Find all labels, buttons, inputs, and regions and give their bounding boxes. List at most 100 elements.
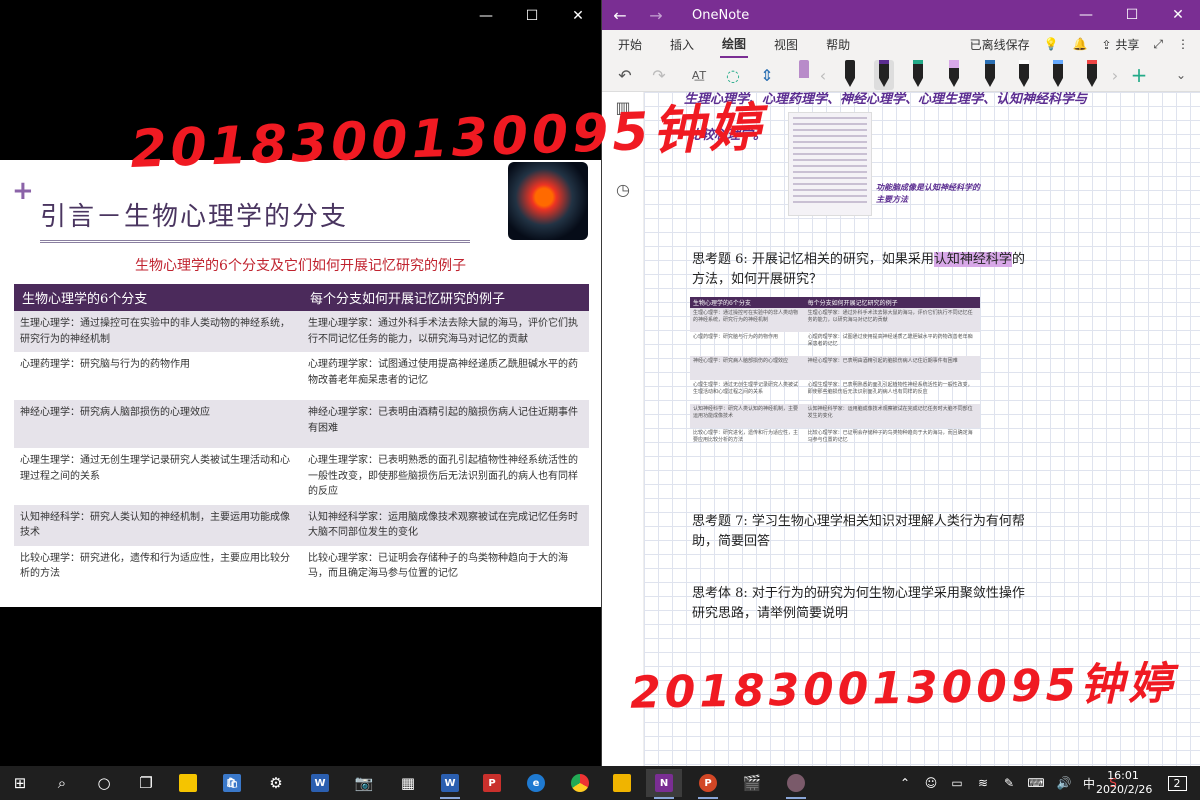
file-explorer-icon[interactable] — [604, 769, 640, 797]
lightbulb-icon[interactable]: 💡 — [1044, 37, 1059, 51]
clock-time: 16:01 — [1107, 769, 1139, 782]
wifi-icon[interactable]: ≋ — [970, 776, 996, 790]
minimize-button[interactable]: — — [1063, 7, 1109, 23]
more-icon[interactable]: ⋮ — [1177, 37, 1189, 51]
cortana-icon[interactable]: ○ — [86, 769, 122, 797]
question-6: 思考题 6: 开展记忆相关的研究，如果采用认知神经科学的 方法，如何开展研究？ — [692, 250, 1025, 290]
ink-note-imaging: 功能脑成像是认知神经科学的主要方法 — [876, 183, 980, 204]
tab-insert[interactable]: 插入 — [668, 32, 696, 57]
bell-icon[interactable]: 🔔 — [1073, 37, 1088, 51]
column-header: 生物心理学的6个分支 — [14, 284, 302, 311]
add-pen-icon[interactable]: + — [1126, 62, 1152, 88]
battery-icon[interactable]: ▭ — [944, 776, 970, 790]
calendar-icon[interactable]: ▦ — [390, 769, 426, 797]
clock[interactable]: 16:01 2020/2/26 — [1096, 769, 1152, 797]
question-7-text: 助，简要回答 — [692, 534, 771, 549]
table-cell: 比较心理学家：已证明会存储种子的鸟类物种趋向于大的海马，而且确定海马参与位置的记… — [308, 552, 568, 580]
ribbon-tabs: 开始 插入 绘图 视图 帮助 已离线保存 💡 🔔 ⇪ 共享 ⤢ ⋮ — [602, 30, 1200, 58]
notification-count: 2 — [1167, 775, 1187, 791]
chevron-up-icon[interactable]: ⌃ — [892, 776, 918, 790]
tab-help[interactable]: 帮助 — [824, 32, 852, 57]
eraser-icon[interactable] — [794, 60, 814, 90]
table-cell: 心理生理学家：已表明熟悉的面孔引起植物性神经系统活性的一般性改变，即使那些脑损伤… — [807, 382, 973, 395]
notification-center-icon[interactable]: 2 — [1160, 766, 1194, 800]
edge-icon[interactable]: e — [518, 769, 554, 797]
video-editor-icon[interactable]: 🎬 — [734, 769, 770, 797]
camera-icon[interactable]: 📷 — [346, 769, 382, 797]
column-header: 每个分支如何开展记忆研究的例子 — [804, 297, 980, 308]
app-tray-icon[interactable]: ☺ — [918, 776, 944, 790]
slide-thumbnail — [788, 112, 872, 216]
minimize-button[interactable]: — — [463, 0, 509, 32]
tab-home[interactable]: 开始 — [616, 32, 644, 57]
scroll-left-icon[interactable]: ‹ — [816, 62, 830, 88]
pen-blue-icon[interactable] — [980, 60, 1000, 90]
close-button[interactable]: ✕ — [555, 0, 601, 32]
share-button[interactable]: ⇪ 共享 — [1101, 36, 1139, 53]
chrome-icon[interactable] — [562, 769, 598, 797]
table-cell: 神经心理学：研究病人脑部损伤的心理效应 — [690, 356, 805, 380]
table-cell: 认知神经科学家：运用脑成像技术观察被试在完成记忆任务时大脑不同部位发生的变化 — [804, 404, 980, 428]
table-row: 神经心理学：研究病人脑部损伤的心理效应 神经心理学家：已表明由酒精引起的脑损伤病… — [14, 400, 589, 448]
pen-galaxy-icon[interactable] — [1048, 60, 1068, 90]
photo-icon[interactable] — [778, 769, 814, 799]
table-row: 心理药理学：研究脑与行为的药物作用 心理药理学家：试图通过使用提高神经递质乙酰胆碱… — [690, 332, 980, 356]
brain-image — [508, 162, 588, 240]
chevron-down-icon[interactable]: ⌄ — [1168, 62, 1194, 88]
task-view-icon[interactable]: ❐ — [128, 769, 164, 797]
sticky-notes-icon[interactable] — [170, 769, 206, 797]
table-cell: 生理心理学家：通过外科手术法去除大鼠的海马，评价它们执行不同记忆任务的能力，以研… — [804, 308, 980, 332]
scroll-right-icon[interactable]: › — [1108, 62, 1122, 88]
table-cell: 比较心理学：研究进化，遗传和行为适应性，主要应用比较分析的方法 — [693, 430, 799, 443]
onenote-icon[interactable]: N — [646, 769, 682, 799]
history-icon[interactable]: ◷ — [610, 176, 636, 202]
taskbar: ⊞ ⌕ ○ ❐ 🛍 ⚙ W 📷 ▦ W P e N P 🎬 ⌃ ☺ ▭ ≋ ✎ … — [0, 766, 1200, 800]
word-running-icon[interactable]: W — [432, 769, 468, 799]
undo-icon[interactable]: ↶ — [612, 62, 638, 88]
column-header: 每个分支如何开展记忆研究的例子 — [302, 284, 589, 311]
system-tray: ⌃ ☺ ▭ ≋ ✎ ⌨ 🔊 中 S — [892, 766, 1126, 800]
start-icon[interactable]: ⊞ — [2, 769, 38, 797]
table-cell: 生理心理学：通过操控可在实验中的非人类动物的神经系统，研究行为的神经机制 — [690, 308, 805, 332]
pen-tray-icon[interactable]: ✎ — [996, 776, 1022, 790]
highlighter-purple-icon[interactable] — [944, 60, 964, 90]
touch-keyboard-icon[interactable]: ⌨ — [1022, 776, 1050, 790]
close-button[interactable]: ✕ — [1155, 7, 1200, 23]
slide: + 引言－生物心理学的分支 生物心理学的6个分支及它们如何开展记忆研究的例子 生… — [0, 160, 601, 607]
pen-white-icon[interactable] — [1014, 60, 1034, 90]
pen-black-icon[interactable] — [840, 60, 860, 90]
powerpoint-icon[interactable]: P — [690, 769, 726, 799]
settings-icon[interactable]: ⚙ — [258, 769, 294, 797]
store-icon[interactable]: 🛍 — [214, 769, 250, 797]
word-icon[interactable]: W — [302, 769, 338, 797]
title-bar: ← → OneNote — ☐ ✕ — [602, 0, 1200, 30]
share-icon: ⇪ — [1101, 37, 1112, 52]
question-8-text: 研究思路，请举例简要说明 — [692, 606, 849, 621]
tab-view[interactable]: 视图 — [772, 32, 800, 57]
question-7: 思考题 7: 学习生物心理学相关知识对理解人类行为有何帮 助，简要回答 — [692, 512, 1025, 552]
back-button[interactable]: ← — [602, 6, 638, 25]
pen-green-icon[interactable] — [908, 60, 928, 90]
branches-table: 生物心理学的6个分支 每个分支如何开展记忆研究的例子 生理心理学：通过操控可在实… — [14, 284, 589, 587]
table-row: 认知神经科学：研究人类认知的神经机制，主要运用功能成像技术 认知神经科学家：运用脑… — [690, 404, 980, 428]
slide-title: 引言－生物心理学的分支 — [40, 202, 349, 232]
table-cell: 心理生理学：通过无创生理学记录研究人类被试生理活动和心理过程之间的关系 — [20, 455, 290, 482]
table-cell: 认知神经科学家：运用脑成像技术观察被试在完成记忆任务时大脑不同部位发生的变化 — [302, 504, 589, 546]
embedded-slide-table: 生物心理学的6个分支 每个分支如何开展记忆研究的例子 生理心理学：通过操控可在实… — [690, 297, 980, 452]
table-row: 心理药理学：研究脑与行为的药物作用 心理药理学家：试图通过使用提高神经递质乙酰胆… — [14, 352, 589, 400]
redo-icon[interactable]: ↷ — [646, 62, 672, 88]
expand-icon[interactable]: ⤢ — [1153, 37, 1163, 52]
search-icon[interactable]: ⌕ — [44, 769, 80, 797]
highlighted-term: 认知神经科学 — [933, 252, 1012, 267]
maximize-button[interactable]: ☐ — [1109, 7, 1155, 23]
forward-button[interactable]: → — [638, 6, 674, 25]
pdf-icon[interactable]: P — [474, 769, 510, 797]
pen-purple-icon[interactable] — [874, 60, 894, 90]
maximize-button[interactable]: ☐ — [509, 0, 555, 32]
tab-draw[interactable]: 绘图 — [720, 31, 749, 58]
ink-to-text-icon[interactable]: A͟T — [686, 62, 712, 88]
lasso-select-icon[interactable]: ◌ — [720, 62, 746, 88]
pen-red-icon[interactable] — [1082, 60, 1102, 90]
table-cell: 神经心理学：研究病人脑部损伤的心理效应 — [14, 400, 302, 448]
volume-icon[interactable]: 🔊 — [1050, 776, 1078, 790]
